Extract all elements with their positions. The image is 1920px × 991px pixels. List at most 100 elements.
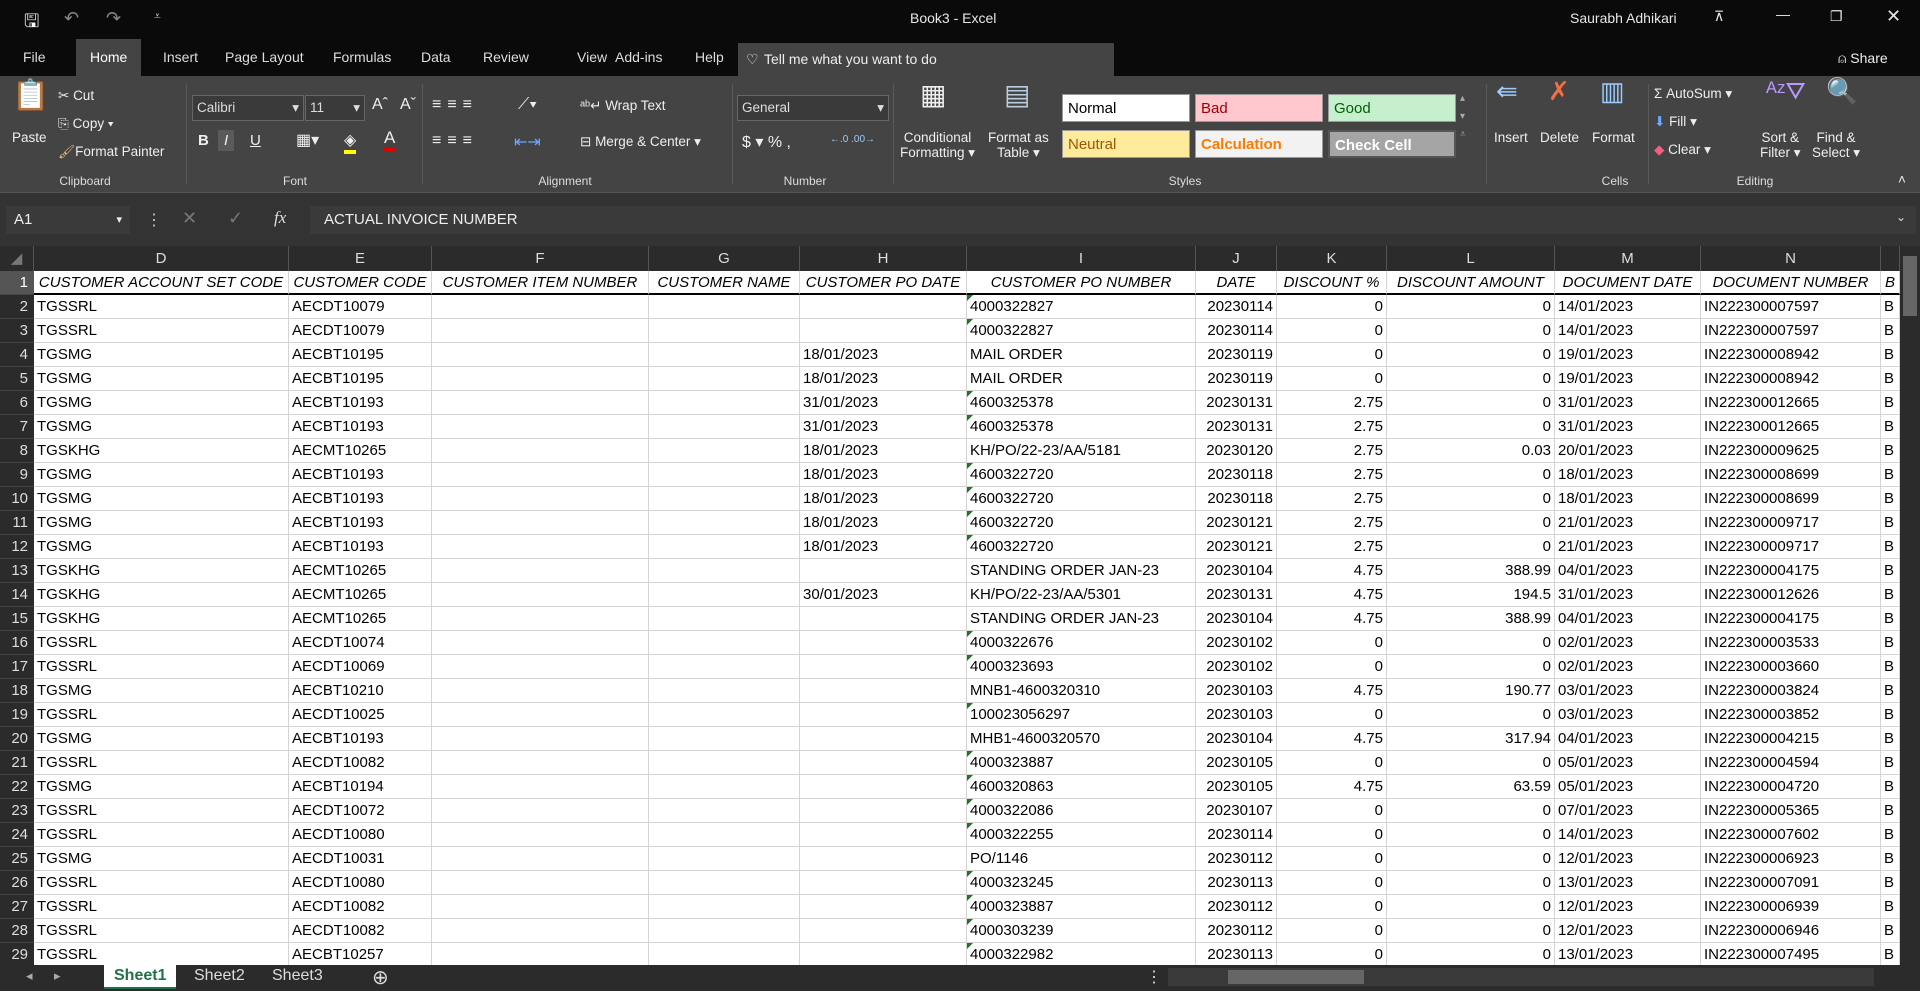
cell[interactable]: 02/01/2023 xyxy=(1555,655,1701,679)
cell[interactable]: 194.5 xyxy=(1387,583,1555,607)
user-name[interactable]: Saurabh Adhikari xyxy=(1570,10,1677,26)
function-icon[interactable]: fx xyxy=(274,208,286,228)
cell[interactable]: 0 xyxy=(1277,895,1387,919)
cell[interactable]: 0 xyxy=(1387,631,1555,655)
cell[interactable] xyxy=(649,343,800,367)
cell[interactable] xyxy=(800,559,967,583)
cell[interactable]: 20230131 xyxy=(1196,415,1277,439)
redo-icon[interactable]: ↷ xyxy=(106,8,121,29)
number-format-select[interactable]: General ▾ xyxy=(737,95,889,121)
cell[interactable] xyxy=(800,607,967,631)
cell[interactable]: 18/01/2023 xyxy=(800,463,967,487)
format-button[interactable]: Format xyxy=(1592,130,1635,145)
number-as-text-indicator-icon[interactable] xyxy=(967,391,973,397)
column-header[interactable]: E xyxy=(289,246,432,271)
row-header[interactable]: 11 xyxy=(0,511,34,535)
row-header[interactable]: 29 xyxy=(0,943,34,965)
cell[interactable]: AECMT10265 xyxy=(289,439,432,463)
number-as-text-indicator-icon[interactable] xyxy=(967,463,973,469)
merge-center-button[interactable]: ⊟ Merge & Center ▾ xyxy=(580,134,701,150)
header-cell[interactable]: DISCOUNT % xyxy=(1277,271,1387,295)
cell[interactable] xyxy=(800,775,967,799)
number-as-text-indicator-icon[interactable] xyxy=(967,319,973,325)
cell[interactable]: 0 xyxy=(1387,823,1555,847)
cell[interactable]: 0 xyxy=(1277,919,1387,943)
cell[interactable] xyxy=(432,703,649,727)
customize-toolbar-icon[interactable]: ⩡ xyxy=(154,9,161,24)
cell[interactable]: 14/01/2023 xyxy=(1555,319,1701,343)
fill-button[interactable]: ⬇ Fill ▾ xyxy=(1654,114,1697,130)
cell[interactable]: 0 xyxy=(1277,871,1387,895)
cell[interactable] xyxy=(649,919,800,943)
cell[interactable] xyxy=(649,943,800,965)
cell[interactable] xyxy=(649,799,800,823)
cell[interactable] xyxy=(649,775,800,799)
splitter-icon[interactable]: ⋮ xyxy=(1146,967,1162,987)
cell[interactable]: B xyxy=(1881,343,1900,367)
currency-icon[interactable]: $ ▾ % , xyxy=(742,132,791,152)
cell[interactable] xyxy=(800,703,967,727)
cell[interactable]: IN222300004175 xyxy=(1701,607,1881,631)
bold-button[interactable]: B xyxy=(198,132,209,149)
cell[interactable]: 0 xyxy=(1387,367,1555,391)
cell[interactable]: B xyxy=(1881,679,1900,703)
cell[interactable]: IN222300003824 xyxy=(1701,679,1881,703)
cell[interactable] xyxy=(432,559,649,583)
select-all-corner[interactable]: ◢ xyxy=(0,246,34,271)
cell[interactable] xyxy=(432,751,649,775)
cell[interactable]: TGSSRL xyxy=(34,703,289,727)
cell[interactable]: AECBT10193 xyxy=(289,415,432,439)
cell[interactable]: B xyxy=(1881,463,1900,487)
cell[interactable]: 18/01/2023 xyxy=(800,439,967,463)
cell[interactable] xyxy=(432,871,649,895)
cell[interactable] xyxy=(432,847,649,871)
italic-button[interactable]: I xyxy=(218,130,235,151)
enter-icon[interactable]: ✓ xyxy=(228,208,243,229)
cell[interactable]: 20230118 xyxy=(1196,487,1277,511)
number-as-text-indicator-icon[interactable] xyxy=(967,295,973,301)
cell[interactable]: 0 xyxy=(1277,295,1387,319)
cell[interactable]: IN222300007495 xyxy=(1701,943,1881,965)
cell[interactable] xyxy=(649,583,800,607)
prev-sheet-icon[interactable]: ◂ xyxy=(26,968,33,984)
cell[interactable]: 0 xyxy=(1277,799,1387,823)
cell[interactable] xyxy=(432,391,649,415)
cell[interactable]: 0 xyxy=(1387,751,1555,775)
number-as-text-indicator-icon[interactable] xyxy=(967,823,973,829)
cell[interactable] xyxy=(800,847,967,871)
cell[interactable]: 388.99 xyxy=(1387,559,1555,583)
cell[interactable]: 20230114 xyxy=(1196,823,1277,847)
column-header[interactable] xyxy=(1881,246,1900,271)
cell[interactable]: 20230119 xyxy=(1196,343,1277,367)
cell[interactable]: B xyxy=(1881,823,1900,847)
cell[interactable]: TGSKHG xyxy=(34,607,289,631)
cell[interactable]: IN222300006923 xyxy=(1701,847,1881,871)
cell[interactable] xyxy=(432,655,649,679)
cell[interactable] xyxy=(800,823,967,847)
cell[interactable]: 4.75 xyxy=(1277,583,1387,607)
header-cell[interactable]: CUSTOMER ITEM NUMBER xyxy=(432,271,649,295)
cell[interactable] xyxy=(649,295,800,319)
cell[interactable]: 04/01/2023 xyxy=(1555,559,1701,583)
cell[interactable] xyxy=(800,751,967,775)
tab-insert[interactable]: Insert xyxy=(154,39,207,76)
close-icon[interactable]: ✕ xyxy=(1886,6,1901,27)
cell[interactable]: IN222300012626 xyxy=(1701,583,1881,607)
column-header[interactable]: J xyxy=(1196,246,1277,271)
cell[interactable] xyxy=(649,415,800,439)
row-header[interactable]: 4 xyxy=(0,343,34,367)
cell[interactable]: IN222300007091 xyxy=(1701,871,1881,895)
cell[interactable]: 4.75 xyxy=(1277,679,1387,703)
cell[interactable]: 0 xyxy=(1277,655,1387,679)
tab-file[interactable]: File xyxy=(14,39,55,76)
cell[interactable] xyxy=(432,727,649,751)
cell-style-neutral[interactable]: Neutral xyxy=(1062,130,1190,158)
cell[interactable]: 21/01/2023 xyxy=(1555,535,1701,559)
cell[interactable]: 02/01/2023 xyxy=(1555,631,1701,655)
cell[interactable]: AECDT10074 xyxy=(289,631,432,655)
cell[interactable]: 12/01/2023 xyxy=(1555,919,1701,943)
cell[interactable]: 4600322720 xyxy=(967,463,1196,487)
column-header[interactable]: K xyxy=(1277,246,1387,271)
sheet-tab-sheet1[interactable]: Sheet1 xyxy=(104,965,177,989)
cell[interactable]: 20230107 xyxy=(1196,799,1277,823)
